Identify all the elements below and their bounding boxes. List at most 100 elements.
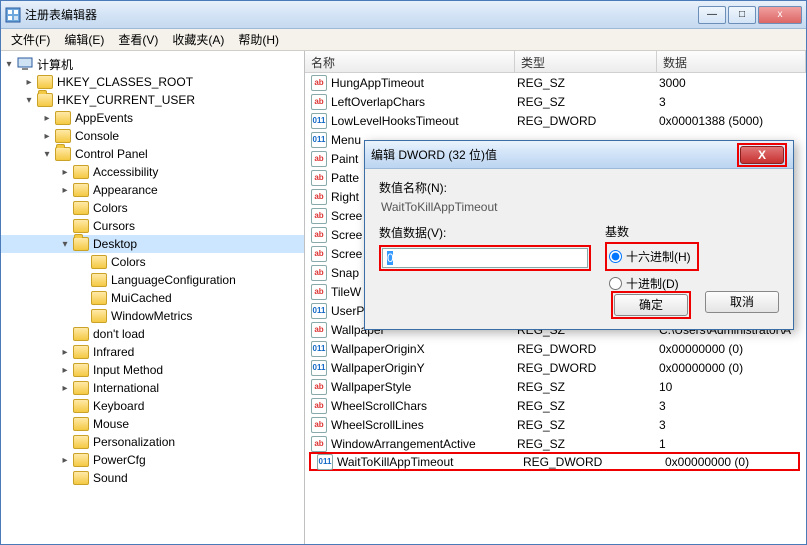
expand-icon[interactable]: [77, 310, 89, 322]
tree-item[interactable]: ▾HKEY_CURRENT_USER: [1, 91, 304, 109]
folder-icon: [55, 129, 71, 143]
col-name[interactable]: 名称: [305, 51, 515, 72]
folder-icon: [91, 291, 107, 305]
expand-icon[interactable]: [59, 328, 71, 340]
tree-item[interactable]: Mouse: [1, 415, 304, 433]
value-name-label: 数值名称(N):: [379, 179, 779, 196]
radio-dec[interactable]: 十进制(D): [605, 275, 699, 292]
expand-icon[interactable]: ▾: [41, 148, 53, 160]
expand-icon[interactable]: ▸: [41, 130, 53, 142]
value-data: 0x00000000 (0): [665, 455, 798, 469]
expand-icon[interactable]: ▸: [59, 166, 71, 178]
tree-item[interactable]: WindowMetrics: [1, 307, 304, 325]
value-type-icon: 011: [311, 360, 327, 376]
ok-button[interactable]: 确定: [614, 294, 688, 316]
list-item[interactable]: 011WaitToKillAppTimeoutREG_DWORD0x000000…: [309, 452, 800, 471]
expand-icon[interactable]: ▸: [59, 382, 71, 394]
expand-icon[interactable]: ▸: [41, 112, 53, 124]
tree-item[interactable]: ▸PowerCfg: [1, 451, 304, 469]
value-type: REG_DWORD: [517, 361, 659, 375]
tree-item-label: International: [93, 381, 159, 395]
col-type[interactable]: 类型: [515, 51, 657, 72]
tree-item[interactable]: ▸Infrared: [1, 343, 304, 361]
tree-item[interactable]: ▸Console: [1, 127, 304, 145]
tree-item[interactable]: ▸HKEY_CLASSES_ROOT: [1, 73, 304, 91]
titlebar[interactable]: 注册表编辑器 — □ x: [1, 1, 806, 29]
expand-icon[interactable]: ▸: [59, 454, 71, 466]
tree-item[interactable]: ▾Desktop: [1, 235, 304, 253]
expand-icon[interactable]: [59, 202, 71, 214]
tree-item[interactable]: ▸Accessibility: [1, 163, 304, 181]
list-item[interactable]: 011WallpaperOriginXREG_DWORD0x00000000 (…: [305, 339, 806, 358]
tree-item[interactable]: LanguageConfiguration: [1, 271, 304, 289]
close-button[interactable]: x: [758, 6, 802, 24]
radio-dec-input[interactable]: [609, 277, 622, 290]
expand-icon[interactable]: [77, 292, 89, 304]
expand-icon[interactable]: ▸: [59, 346, 71, 358]
value-type: REG_SZ: [517, 437, 659, 451]
value-data-input[interactable]: 0: [382, 248, 588, 268]
value-type-icon: ab: [311, 227, 327, 243]
col-data[interactable]: 数据: [657, 51, 806, 72]
menu-help[interactable]: 帮助(H): [232, 29, 285, 50]
folder-icon: [91, 273, 107, 287]
value-type-icon: 011: [311, 132, 327, 148]
tree-item-label: LanguageConfiguration: [111, 273, 236, 287]
list-item[interactable]: abHungAppTimeoutREG_SZ3000: [305, 73, 806, 92]
expand-icon[interactable]: ▸: [59, 184, 71, 196]
tree-item[interactable]: ▸Appearance: [1, 181, 304, 199]
value-data: 1: [659, 437, 806, 451]
tree-item[interactable]: Keyboard: [1, 397, 304, 415]
tree-item[interactable]: ▸ International: [1, 379, 304, 397]
tree-item[interactable]: Cursors: [1, 217, 304, 235]
tree-item[interactable]: Colors: [1, 199, 304, 217]
list-header[interactable]: 名称 类型 数据: [305, 51, 806, 73]
tree-item[interactable]: don't load: [1, 325, 304, 343]
tree-item[interactable]: ▾Control Panel: [1, 145, 304, 163]
menu-edit[interactable]: 编辑(E): [58, 29, 110, 50]
menu-favorites[interactable]: 收藏夹(A): [166, 29, 230, 50]
menubar: 文件(F) 编辑(E) 查看(V) 收藏夹(A) 帮助(H): [1, 29, 806, 51]
expand-icon[interactable]: [77, 274, 89, 286]
minimize-button[interactable]: —: [698, 6, 726, 24]
list-item[interactable]: abWheelScrollCharsREG_SZ3: [305, 396, 806, 415]
list-item[interactable]: 011LowLevelHooksTimeoutREG_DWORD0x000013…: [305, 111, 806, 130]
tree-item[interactable]: Colors: [1, 253, 304, 271]
folder-icon: [73, 363, 89, 377]
list-item[interactable]: abLeftOverlapCharsREG_SZ3: [305, 92, 806, 111]
tree-item[interactable]: MuiCached: [1, 289, 304, 307]
expand-icon[interactable]: ▾: [59, 238, 71, 250]
value-type-icon: ab: [311, 284, 327, 300]
value-name: WallpaperOriginX: [331, 342, 517, 356]
list-item[interactable]: abWindowArrangementActiveREG_SZ1: [305, 434, 806, 453]
expand-icon[interactable]: [59, 436, 71, 448]
radio-hex-input[interactable]: [609, 250, 622, 263]
menu-view[interactable]: 查看(V): [112, 29, 164, 50]
expand-icon[interactable]: [59, 472, 71, 484]
dialog-close-button[interactable]: X: [740, 146, 784, 164]
expand-icon[interactable]: [77, 256, 89, 268]
folder-icon: [55, 147, 71, 161]
list-item[interactable]: abWallpaperStyleREG_SZ10: [305, 377, 806, 396]
tree-item[interactable]: ▸AppEvents: [1, 109, 304, 127]
tree-item[interactable]: Sound: [1, 469, 304, 487]
expand-icon[interactable]: ▾: [23, 94, 35, 106]
menu-file[interactable]: 文件(F): [5, 29, 56, 50]
dialog-titlebar[interactable]: 编辑 DWORD (32 位)值 X: [365, 141, 793, 169]
tree-item[interactable]: ▸Input Method: [1, 361, 304, 379]
tree-item-label: Colors: [111, 255, 146, 269]
radio-hex[interactable]: 十六进制(H): [609, 248, 691, 265]
expand-icon[interactable]: [59, 220, 71, 232]
maximize-button[interactable]: □: [728, 6, 756, 24]
tree-pane[interactable]: ▾计算机▸HKEY_CLASSES_ROOT▾HKEY_CURRENT_USER…: [1, 51, 305, 544]
list-item[interactable]: 011WallpaperOriginYREG_DWORD0x00000000 (…: [305, 358, 806, 377]
tree-root[interactable]: ▾计算机: [1, 55, 304, 73]
folder-icon: [73, 183, 89, 197]
cancel-button[interactable]: 取消: [705, 291, 779, 313]
expand-icon[interactable]: [59, 418, 71, 430]
expand-icon[interactable]: [59, 400, 71, 412]
expand-icon[interactable]: ▸: [23, 76, 35, 88]
tree-item[interactable]: Personalization: [1, 433, 304, 451]
expand-icon[interactable]: ▸: [59, 364, 71, 376]
list-item[interactable]: abWheelScrollLinesREG_SZ3: [305, 415, 806, 434]
